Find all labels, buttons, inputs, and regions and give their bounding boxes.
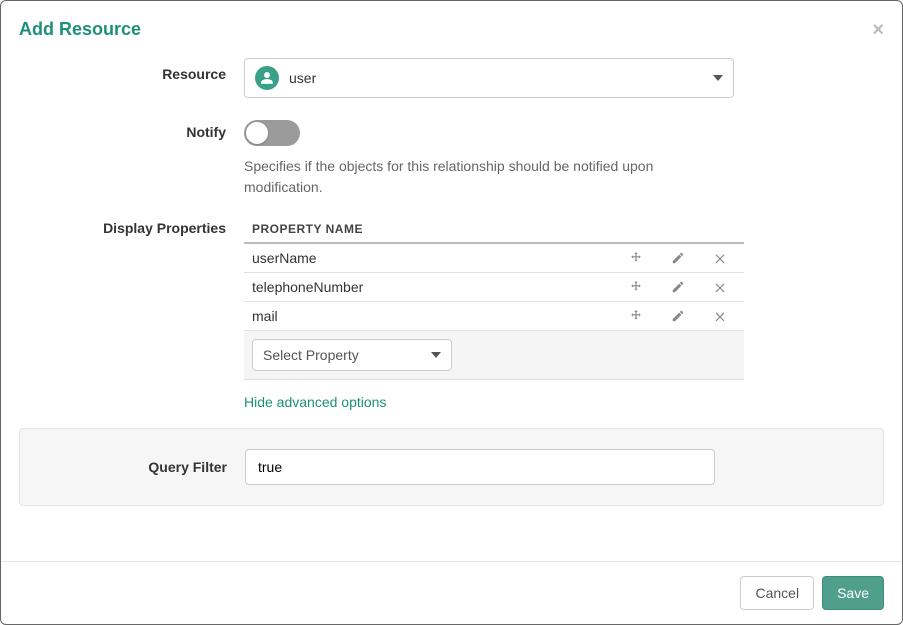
row-actions <box>628 308 736 324</box>
notify-toggle[interactable] <box>244 120 300 146</box>
chevron-down-icon <box>713 75 723 81</box>
notify-help-text: Specifies if the objects for this relati… <box>244 156 704 198</box>
query-filter-row: Query Filter <box>38 449 865 485</box>
modal-body: Resource user Notify <box>1 52 902 561</box>
property-table: PROPERTY NAME userName telephoneNumber <box>244 216 744 380</box>
query-filter-panel: Query Filter <box>19 428 884 506</box>
move-icon[interactable] <box>628 279 644 295</box>
select-property-placeholder: Select Property <box>263 347 359 363</box>
close-icon[interactable]: × <box>872 20 884 40</box>
delete-icon[interactable] <box>712 250 728 266</box>
toggle-knob <box>246 122 268 144</box>
save-button[interactable]: Save <box>822 576 884 610</box>
display-properties-row: Display Properties PROPERTY NAME userNam… <box>19 216 884 410</box>
advanced-options-toggle[interactable]: Hide advanced options <box>244 394 386 410</box>
delete-icon[interactable] <box>712 308 728 324</box>
modal-header: Add Resource × <box>1 1 902 52</box>
cancel-button[interactable]: Cancel <box>740 576 814 610</box>
resource-label: Resource <box>19 58 244 82</box>
property-name: mail <box>252 308 628 324</box>
resource-select[interactable]: user <box>244 58 734 98</box>
row-actions <box>628 250 736 266</box>
query-filter-label: Query Filter <box>38 459 245 475</box>
display-properties-label: Display Properties <box>19 216 244 236</box>
chevron-down-icon <box>431 352 441 358</box>
table-row: userName <box>244 244 744 273</box>
notify-label: Notify <box>19 116 244 140</box>
notify-field: Specifies if the objects for this relati… <box>244 116 744 198</box>
move-icon[interactable] <box>628 308 644 324</box>
query-filter-input[interactable] <box>245 449 715 485</box>
edit-icon[interactable] <box>670 279 686 295</box>
edit-icon[interactable] <box>670 250 686 266</box>
resource-select-value: user <box>255 66 316 90</box>
resource-selected-label: user <box>289 70 316 86</box>
table-row: mail <box>244 302 744 331</box>
property-name: telephoneNumber <box>252 279 628 295</box>
notify-row: Notify Specifies if the objects for this… <box>19 116 884 198</box>
resource-field: user <box>244 58 744 98</box>
edit-icon[interactable] <box>670 308 686 324</box>
add-resource-modal: Add Resource × Resource user Not <box>0 0 903 625</box>
row-actions <box>628 279 736 295</box>
property-table-footer: Select Property <box>244 331 744 380</box>
delete-icon[interactable] <box>712 279 728 295</box>
resource-row: Resource user <box>19 58 884 98</box>
move-icon[interactable] <box>628 250 644 266</box>
table-row: telephoneNumber <box>244 273 744 302</box>
property-name: userName <box>252 250 628 266</box>
modal-title: Add Resource <box>19 19 141 40</box>
modal-footer: Cancel Save <box>1 561 902 624</box>
select-property-dropdown[interactable]: Select Property <box>252 339 452 371</box>
display-properties-field: PROPERTY NAME userName telephoneNumber <box>244 216 884 410</box>
property-table-header: PROPERTY NAME <box>244 216 744 244</box>
user-icon <box>255 66 279 90</box>
